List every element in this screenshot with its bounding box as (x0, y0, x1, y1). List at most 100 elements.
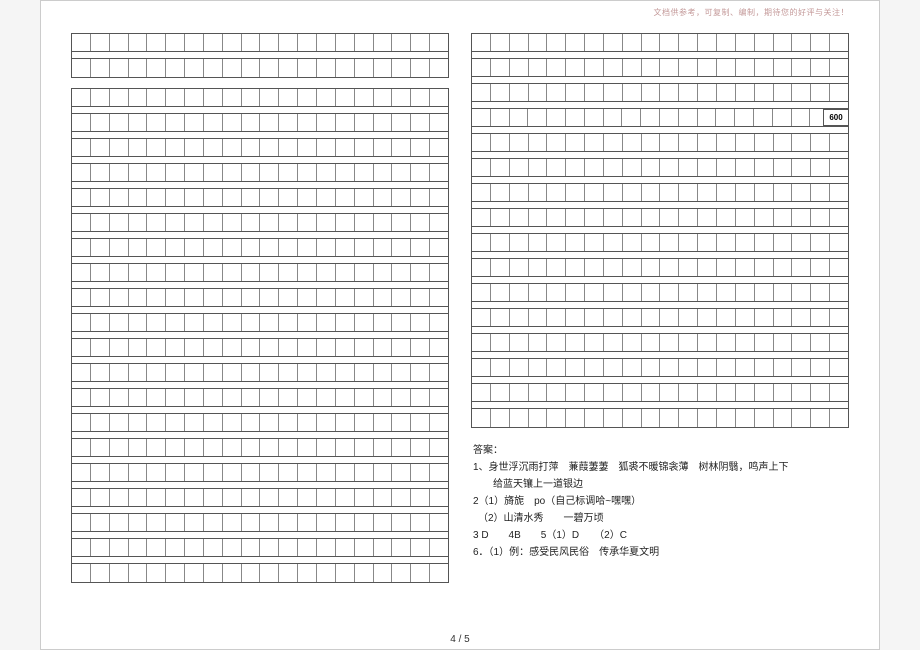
grid-cell (755, 159, 774, 176)
grid-cell (698, 334, 717, 351)
grid-cell (204, 164, 223, 181)
grid-cell (392, 239, 411, 256)
grid-cell (185, 89, 204, 106)
grid-cell (604, 59, 623, 76)
grid-cell (774, 334, 793, 351)
grid-cell (242, 214, 261, 231)
grid-cell (129, 364, 148, 381)
grid-cell (355, 564, 374, 582)
grid-cell (566, 259, 585, 276)
grid-cell (129, 564, 148, 582)
grid-cell (698, 259, 717, 276)
grid-cell (110, 439, 129, 456)
grid-cell (260, 59, 279, 77)
grid-cell (129, 214, 148, 231)
grid-cell (336, 539, 355, 556)
grid-row (472, 134, 848, 152)
grid-cell (185, 314, 204, 331)
grid-cell (698, 84, 717, 101)
grid-cell (336, 89, 355, 106)
grid-cell (185, 189, 204, 206)
grid-cell (716, 109, 735, 126)
grid-cell (566, 384, 585, 401)
grid-cell (392, 489, 411, 506)
grid-cell (279, 464, 298, 481)
grid-cell (374, 189, 393, 206)
grid-cell (736, 284, 755, 301)
grid-row (472, 184, 848, 202)
grid-cell (110, 289, 129, 306)
grid-cell (392, 189, 411, 206)
answer-line: 2（1）旖旎 po（自己标调哈~嘿嘿） (473, 493, 849, 510)
grid-cell (279, 239, 298, 256)
grid-cell (298, 414, 317, 431)
grid-cell (472, 159, 491, 176)
grid-cell (717, 184, 736, 201)
grid-cell (411, 214, 430, 231)
grid-cell (279, 439, 298, 456)
grid-cell (660, 334, 679, 351)
grid-cell (166, 89, 185, 106)
grid-cell (166, 314, 185, 331)
grid-cell (110, 239, 129, 256)
grid-cell (510, 109, 529, 126)
grid-cell (566, 184, 585, 201)
grid-cell (298, 59, 317, 77)
grid-cell (110, 514, 129, 531)
grid-cell (279, 514, 298, 531)
grid-cell (830, 134, 848, 151)
grid-cell (392, 139, 411, 156)
grid-cell (110, 564, 129, 582)
grid-cell (510, 309, 529, 326)
grid-cell (547, 359, 566, 376)
grid-cell (491, 334, 510, 351)
grid-cell (642, 384, 661, 401)
grid-cell (679, 34, 698, 51)
grid-cell (472, 84, 491, 101)
grid-cell (392, 114, 411, 131)
grid-spacer-row (72, 182, 448, 189)
grid-cell (147, 564, 166, 582)
grid-cell (660, 159, 679, 176)
grid-cell (830, 184, 848, 201)
grid-cell (91, 539, 110, 556)
grid-cell (774, 234, 793, 251)
grid-cell (717, 234, 736, 251)
grid-cell (717, 259, 736, 276)
grid-cell (223, 264, 242, 281)
grid-cell (129, 89, 148, 106)
grid-cell (430, 264, 448, 281)
grid-cell (392, 214, 411, 231)
grid-cell (223, 214, 242, 231)
grid-cell (735, 109, 754, 126)
grid-cell (110, 414, 129, 431)
grid-cell (91, 34, 110, 51)
grid-cell (147, 489, 166, 506)
grid-cell (566, 359, 585, 376)
grid-cell (585, 109, 604, 126)
grid-cell (185, 214, 204, 231)
grid-cell (336, 339, 355, 356)
grid-cell (830, 384, 848, 401)
grid-spacer-row (472, 402, 848, 409)
grid-cell (72, 514, 91, 531)
grid-cell (660, 359, 679, 376)
grid-cell (336, 389, 355, 406)
grid-row (72, 364, 448, 382)
grid-spacer-row (472, 352, 848, 359)
grid-row (472, 259, 848, 277)
grid-cell (298, 114, 317, 131)
grid-cell (298, 139, 317, 156)
grid-cell (811, 334, 830, 351)
grid-cell (755, 284, 774, 301)
grid-cell (679, 159, 698, 176)
grid-cell (223, 539, 242, 556)
grid-cell (566, 109, 585, 126)
grid-cell (411, 114, 430, 131)
grid-cell (242, 239, 261, 256)
grid-spacer-row (472, 152, 848, 159)
grid-cell (604, 84, 623, 101)
grid-cell (698, 34, 717, 51)
grid-spacer-row (472, 102, 848, 109)
grid-cell (91, 264, 110, 281)
